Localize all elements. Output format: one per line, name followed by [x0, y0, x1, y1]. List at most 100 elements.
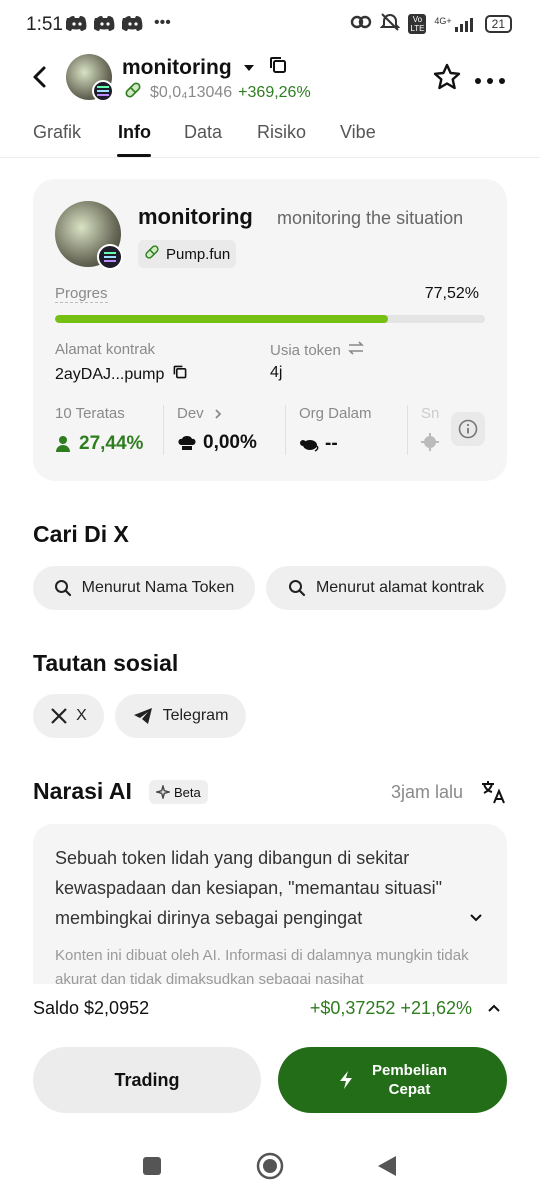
- platform-badge[interactable]: Pump.fun: [138, 240, 237, 268]
- stat-label: Org Dalam: [299, 405, 372, 422]
- stat-value: 0,00%: [203, 432, 257, 453]
- link-icon: [350, 14, 372, 33]
- status-bar: 1:51 ••• Vo LTE 4G+ 21: [0, 0, 540, 50]
- search-x-title: Cari Di X: [33, 521, 129, 547]
- more-dots-icon: [475, 78, 505, 84]
- back-button[interactable]: [26, 62, 56, 92]
- more-menu-button[interactable]: [474, 66, 506, 92]
- search-icon: [288, 580, 306, 597]
- rat-icon: [300, 440, 319, 452]
- status-more-dots: •••: [154, 14, 171, 31]
- square-icon: [143, 1157, 161, 1175]
- info-icon: [458, 419, 478, 439]
- progress-value: 77,52%: [424, 285, 479, 302]
- trading-button[interactable]: Trading: [33, 1047, 261, 1113]
- token-age-toggle[interactable]: Usia token: [270, 341, 365, 360]
- active-tab-indicator: [117, 154, 151, 157]
- notification-icons: •••: [65, 14, 171, 37]
- x-link-button[interactable]: X: [33, 694, 104, 738]
- age-label: Usia token: [270, 342, 341, 359]
- sparkle-icon: [156, 785, 170, 799]
- lightning-icon: [339, 1071, 352, 1089]
- stat-label: Dev: [177, 405, 204, 422]
- volte-icon: Vo LTE: [408, 13, 427, 34]
- expand-chevron[interactable]: [469, 910, 483, 928]
- search-by-contract-button[interactable]: Menurut alamat kontrak: [266, 566, 506, 610]
- translate-button[interactable]: [480, 779, 506, 810]
- progress-fill: [55, 315, 389, 323]
- crosshair-icon: [421, 433, 439, 451]
- discord-icon: [65, 14, 88, 37]
- copy-icon[interactable]: [268, 55, 288, 81]
- ai-narrative-title: Narasi AI: [33, 778, 132, 804]
- circle-icon: [256, 1152, 284, 1180]
- ai-narrative-card[interactable]: Sebuah token lidah yang dibangun di seki…: [33, 824, 507, 984]
- progress-bar: [55, 315, 485, 323]
- price-change: +369,26%: [238, 83, 311, 101]
- stat-insider[interactable]: Org Dalam --: [299, 405, 372, 455]
- tab-info[interactable]: Info: [118, 122, 151, 143]
- card-token-name: monitoring: [138, 204, 253, 229]
- divider: [163, 405, 164, 455]
- ai-narrative-text: Sebuah token lidah yang dibangun di seki…: [55, 848, 443, 928]
- age-value: 4j: [270, 364, 283, 381]
- stat-dev[interactable]: Dev 0,00%: [177, 405, 257, 454]
- stat-sniper[interactable]: Sn: [421, 405, 451, 451]
- tab-data[interactable]: Data: [184, 122, 222, 143]
- search-by-contract-label: Menurut alamat kontrak: [315, 579, 485, 596]
- search-icon: [54, 580, 71, 597]
- system-nav-bar: [0, 1140, 540, 1200]
- caret-down-icon: [243, 65, 254, 71]
- token-selector[interactable]: monitoring: [122, 55, 288, 81]
- x-logo-icon: [51, 708, 67, 724]
- beta-badge: Beta: [149, 780, 208, 804]
- social-links-title: Tautan sosial: [33, 650, 179, 676]
- contract-address[interactable]: 2ayDAJ...pump: [55, 364, 188, 385]
- back-arrow-icon: [33, 66, 46, 88]
- token-price: $0,0₄13046: [150, 83, 233, 101]
- token-info-card: monitoring monitoring the situation Pump…: [33, 179, 507, 481]
- quick-buy-label-1: Pembelian: [371, 1062, 448, 1079]
- chevron-down-icon: [470, 914, 482, 922]
- battery-icon: 21: [484, 14, 512, 33]
- user-icon: [56, 436, 70, 452]
- divider: [285, 405, 286, 455]
- stat-label: Sn: [421, 405, 440, 422]
- translate-icon: [482, 781, 505, 804]
- discord-icon: [93, 14, 116, 37]
- telegram-link-label: Telegram: [162, 707, 229, 724]
- stat-top10[interactable]: 10 Teratas 27,44%: [55, 405, 143, 455]
- tab-vibe[interactable]: Vibe: [340, 122, 376, 143]
- stat-value: 27,44%: [79, 433, 144, 454]
- copy-icon[interactable]: [172, 364, 188, 385]
- x-link-label: X: [76, 707, 87, 724]
- pnl-value: +$0,37252 +21,62%: [309, 998, 472, 1018]
- swap-icon: [347, 341, 365, 360]
- back-nav-button[interactable]: [376, 1154, 398, 1183]
- stat-value: --: [325, 433, 338, 454]
- tab-risiko[interactable]: Risiko: [257, 122, 306, 143]
- expand-balance-button[interactable]: [486, 1000, 502, 1016]
- card-token-description: monitoring the situation: [277, 208, 464, 228]
- stat-label: 10 Teratas: [55, 405, 125, 422]
- favorite-button[interactable]: [432, 62, 462, 92]
- solana-icon: [92, 80, 114, 102]
- signal-icon: 4G+: [434, 16, 476, 32]
- search-by-name-label: Menurut Nama Token: [81, 579, 235, 596]
- stats-info-button[interactable]: [451, 412, 485, 446]
- home-button[interactable]: [256, 1152, 284, 1185]
- quick-buy-button[interactable]: Pembelian Cepat: [278, 1047, 507, 1113]
- search-by-name-button[interactable]: Menurut Nama Token: [33, 566, 255, 610]
- price-row: $0,0₄13046 +369,26%: [124, 81, 311, 104]
- token-name: monitoring: [122, 56, 232, 79]
- contract-label: Alamat kontrak: [55, 341, 156, 358]
- recents-button[interactable]: [142, 1156, 162, 1181]
- divider: [407, 405, 408, 455]
- status-time: 1:51: [26, 14, 63, 35]
- tab-grafik[interactable]: Grafik: [33, 122, 81, 143]
- contract-value: 2ayDAJ...pump: [55, 365, 165, 383]
- progress-label: Progres: [55, 285, 108, 303]
- triangle-back-icon: [378, 1156, 396, 1176]
- telegram-link-button[interactable]: Telegram: [115, 694, 246, 738]
- ai-timestamp: 3jam lalu: [391, 782, 464, 802]
